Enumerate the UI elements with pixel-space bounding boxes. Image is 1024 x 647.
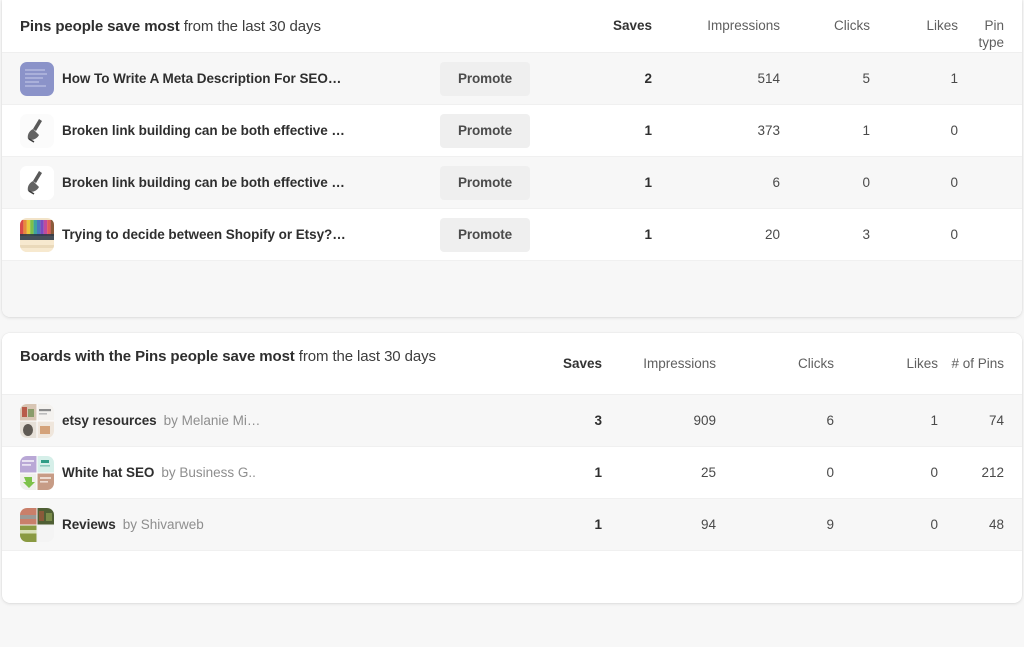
board-impressions-value: 25 <box>602 465 716 480</box>
pin-cell-title[interactable]: Broken link building can be both effecti… <box>20 114 440 148</box>
pin-saves-value: 1 <box>568 227 652 242</box>
pin-title: Broken link building can be both effecti… <box>62 175 345 190</box>
board-saves-value: 1 <box>520 465 602 480</box>
board-likes-value: 0 <box>834 517 938 532</box>
boards-table-body: etsy resources by Melanie Mi… 3 909 6 1 … <box>2 395 1022 551</box>
pins-col-header-pin-type[interactable]: Pin type <box>958 0 1004 51</box>
board-clicks-value: 6 <box>716 413 834 428</box>
table-row[interactable]: White hat SEO by Business G.. 1 25 0 0 2… <box>2 447 1022 499</box>
board-num-pins-value: 212 <box>938 465 1004 480</box>
pin-saves-value: 1 <box>568 123 652 138</box>
board-thumbnail-icon <box>20 404 54 438</box>
pins-col-header-promote <box>440 0 568 17</box>
pin-clicks-value: 1 <box>780 123 870 138</box>
board-num-pins-value: 74 <box>938 413 1004 428</box>
board-name: etsy resources <box>62 413 157 428</box>
pin-clicks-value: 3 <box>780 227 870 242</box>
pin-cell-promote: Promote <box>440 62 568 96</box>
pins-card-footer <box>2 261 1022 317</box>
pin-thumbnail-icon <box>20 218 54 252</box>
pin-likes-value: 0 <box>870 123 958 138</box>
boards-card-title: Boards with the Pins people save most fr… <box>20 333 520 395</box>
board-name: White hat SEO <box>62 465 154 480</box>
pin-impressions-value: 373 <box>652 123 780 138</box>
board-owner: by Melanie Mi… <box>164 413 261 428</box>
pin-cell-promote: Promote <box>440 218 568 252</box>
board-impressions-value: 909 <box>602 413 716 428</box>
board-cell-title[interactable]: Reviews by Shivarweb <box>20 508 520 542</box>
boards-col-header-num-pins[interactable]: # of Pins <box>938 333 1004 372</box>
promote-button[interactable]: Promote <box>440 114 530 148</box>
table-row[interactable]: How To Write A Meta Description For SEO…… <box>2 53 1022 105</box>
pin-cell-promote: Promote <box>440 166 568 200</box>
table-row[interactable]: Broken link building can be both effecti… <box>2 157 1022 209</box>
pin-clicks-value: 0 <box>780 175 870 190</box>
promote-button[interactable]: Promote <box>440 218 530 252</box>
pins-card-title-strong: Pins people save most <box>20 18 180 35</box>
board-cell-title[interactable]: White hat SEO by Business G.. <box>20 456 520 490</box>
pin-saves-value: 1 <box>568 175 652 190</box>
pin-impressions-value: 6 <box>652 175 780 190</box>
pins-table-header: Pins people save most from the last 30 d… <box>2 0 1022 53</box>
analytics-page: Pins people save most from the last 30 d… <box>0 0 1024 647</box>
board-owner: by Business G.. <box>161 465 256 480</box>
pins-col-header-clicks[interactable]: Clicks <box>780 0 870 34</box>
board-impressions-value: 94 <box>602 517 716 532</box>
board-thumbnail-icon <box>20 508 54 542</box>
pin-title: Broken link building can be both effecti… <box>62 123 345 138</box>
pins-card-title-light: from the last 30 days <box>180 18 321 35</box>
board-num-pins-value: 48 <box>938 517 1004 532</box>
table-row[interactable]: Trying to decide between Shopify or Etsy… <box>2 209 1022 261</box>
boards-col-header-saves[interactable]: Saves <box>520 333 602 372</box>
boards-card-title-light: from the last 30 days <box>295 348 436 365</box>
pin-clicks-value: 5 <box>780 71 870 86</box>
boards-col-header-impressions[interactable]: Impressions <box>602 333 716 372</box>
pin-likes-value: 0 <box>870 175 958 190</box>
pins-card-title: Pins people save most from the last 30 d… <box>20 0 440 53</box>
boards-col-header-clicks[interactable]: Clicks <box>716 333 834 372</box>
pin-cell-title[interactable]: How To Write A Meta Description For SEO… <box>20 62 440 96</box>
board-saves-value: 1 <box>520 517 602 532</box>
pins-col-header-impressions[interactable]: Impressions <box>652 0 780 34</box>
board-clicks-value: 9 <box>716 517 834 532</box>
boards-col-header-likes[interactable]: Likes <box>834 333 938 372</box>
pin-thumbnail-icon <box>20 62 54 96</box>
table-row[interactable]: etsy resources by Melanie Mi… 3 909 6 1 … <box>2 395 1022 447</box>
pins-col-header-likes[interactable]: Likes <box>870 0 958 34</box>
pins-people-save-most-card: Pins people save most from the last 30 d… <box>2 0 1022 317</box>
pin-title: Trying to decide between Shopify or Etsy… <box>62 227 346 242</box>
pin-thumbnail-icon <box>20 166 54 200</box>
board-clicks-value: 0 <box>716 465 834 480</box>
boards-card-title-strong: Boards with the Pins people save most <box>20 348 295 365</box>
pin-cell-title[interactable]: Trying to decide between Shopify or Etsy… <box>20 218 440 252</box>
promote-button[interactable]: Promote <box>440 166 530 200</box>
pin-likes-value: 0 <box>870 227 958 242</box>
board-likes-value: 1 <box>834 413 938 428</box>
board-saves-value: 3 <box>520 413 602 428</box>
pin-thumbnail-icon <box>20 114 54 148</box>
board-thumbnail-icon <box>20 456 54 490</box>
pin-saves-value: 2 <box>568 71 652 86</box>
pin-impressions-value: 514 <box>652 71 780 86</box>
pin-title: How To Write A Meta Description For SEO… <box>62 71 341 86</box>
board-name: Reviews <box>62 517 116 532</box>
pin-impressions-value: 20 <box>652 227 780 242</box>
table-row[interactable]: Reviews by Shivarweb 1 94 9 0 48 <box>2 499 1022 551</box>
pins-col-header-saves[interactable]: Saves <box>568 0 652 34</box>
pins-table-body: How To Write A Meta Description For SEO…… <box>2 53 1022 261</box>
pin-cell-title[interactable]: Broken link building can be both effecti… <box>20 166 440 200</box>
board-likes-value: 0 <box>834 465 938 480</box>
boards-table-header: Boards with the Pins people save most fr… <box>2 333 1022 395</box>
boards-with-pins-card: Boards with the Pins people save most fr… <box>2 333 1022 603</box>
pin-cell-promote: Promote <box>440 114 568 148</box>
pin-likes-value: 1 <box>870 71 958 86</box>
promote-button[interactable]: Promote <box>440 62 530 96</box>
board-owner: by Shivarweb <box>123 517 204 532</box>
table-row[interactable]: Broken link building can be both effecti… <box>2 105 1022 157</box>
board-cell-title[interactable]: etsy resources by Melanie Mi… <box>20 404 520 438</box>
